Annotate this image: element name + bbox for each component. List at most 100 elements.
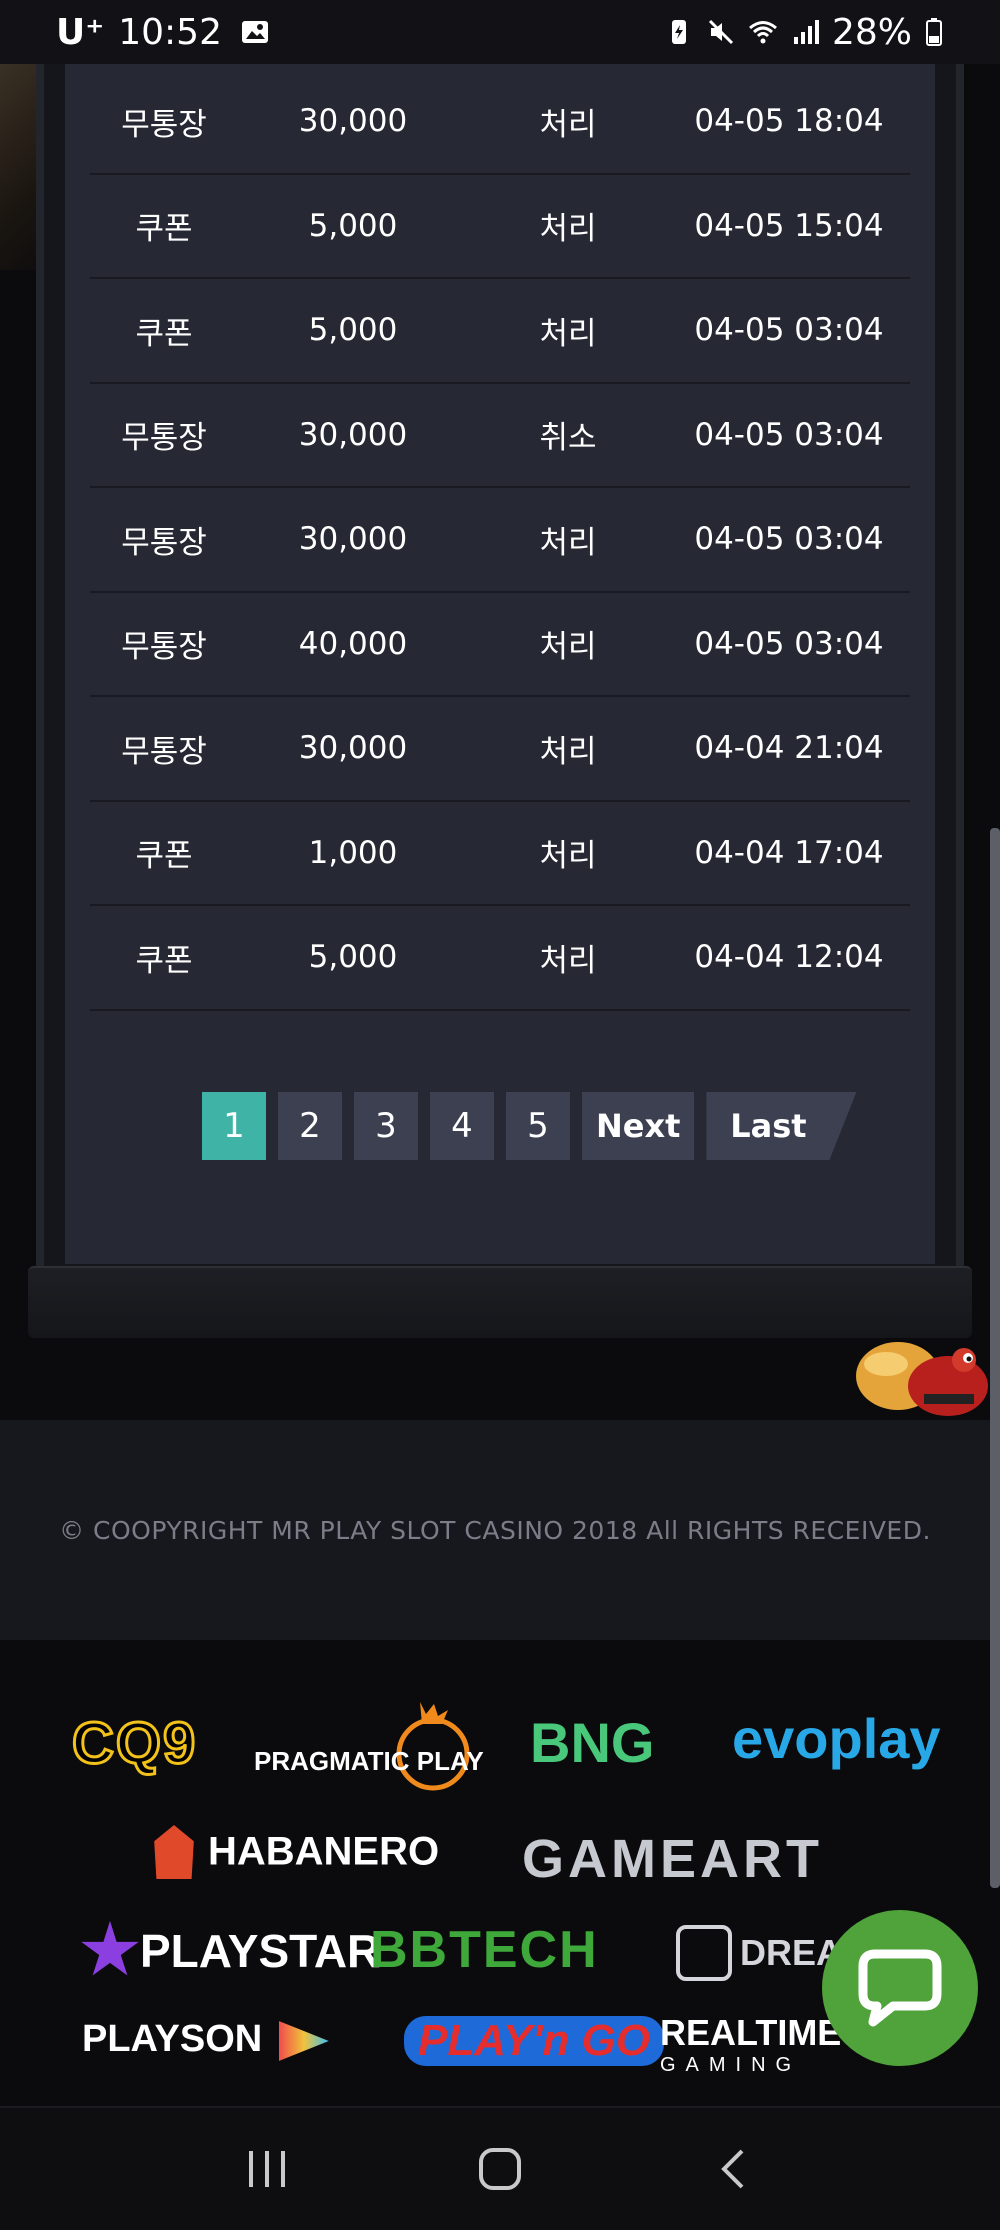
table-row: 쿠폰 5,000 처리 04-05 15:04 bbox=[90, 175, 910, 279]
cell-type: 무통장 bbox=[121, 524, 207, 561]
page-button-5[interactable]: 5 bbox=[506, 1092, 570, 1160]
playson-arrow-icon bbox=[278, 2020, 329, 2061]
cell-date: 04-05 18:04 bbox=[694, 103, 884, 140]
mascot-character bbox=[856, 1342, 988, 1416]
cell-amount: 40,000 bbox=[298, 625, 408, 662]
cell-amount: 30,000 bbox=[298, 103, 408, 140]
playson-logo: PLAYSON bbox=[82, 2018, 329, 2061]
table-row: 쿠폰 5,000 처리 04-05 03:04 bbox=[90, 279, 910, 384]
cell-status: 취소 bbox=[539, 420, 597, 457]
wifi-icon bbox=[749, 21, 777, 44]
table-row: 무통장 40,000 처리 04-05 03:04 bbox=[90, 593, 910, 697]
cell-status: 처리 bbox=[539, 838, 597, 875]
signal-icon bbox=[793, 20, 819, 44]
table-row: 쿠폰 1,000 처리 04-04 17:04 bbox=[90, 802, 910, 906]
playstar-star-icon bbox=[81, 1920, 139, 1976]
gameart-logo: GAMEART bbox=[522, 1829, 823, 1889]
pragmatic-play-label: PRAGMATIC PLAY bbox=[254, 1746, 484, 1776]
dream-icon bbox=[676, 1925, 732, 1981]
cell-amount: 5,000 bbox=[308, 312, 398, 349]
table-row: 쿠폰 5,000 처리 04-04 12:04 bbox=[90, 906, 910, 1011]
footer: © COOPYRIGHT MR PLAY SLOT CASINO 2018 Al… bbox=[0, 1420, 990, 1640]
cell-status: 처리 bbox=[539, 315, 597, 352]
cell-type: 무통장 bbox=[121, 106, 207, 143]
cell-status: 처리 bbox=[539, 942, 597, 979]
bng-logo: BNG bbox=[530, 1710, 654, 1775]
cell-type: 쿠폰 bbox=[135, 942, 193, 979]
bbtech-logo: BBTECH bbox=[370, 1921, 599, 1979]
page: U⁺ 10:52 28% 무통장 30,000 처리 04-05 18:04 쿠… bbox=[0, 0, 1000, 2230]
battery-saver-icon bbox=[671, 20, 686, 44]
cell-date: 04-05 03:04 bbox=[694, 625, 884, 662]
transaction-table: 무통장 30,000 처리 04-05 18:04 쿠폰 5,000 처리 04… bbox=[90, 70, 910, 1011]
realtime-label: REALTIME bbox=[660, 2012, 842, 2053]
cell-type: 쿠폰 bbox=[135, 838, 193, 875]
system-nav-bar bbox=[0, 2106, 1000, 2230]
cell-type: 쿠폰 bbox=[135, 315, 193, 352]
cell-date: 04-05 15:04 bbox=[694, 207, 884, 244]
playngo-logo: PLAY'n GO bbox=[404, 2016, 665, 2066]
live-chat-button[interactable] bbox=[822, 1910, 978, 2066]
page-button-2[interactable]: 2 bbox=[278, 1092, 342, 1160]
table-row: 무통장 30,000 처리 04-04 21:04 bbox=[90, 697, 910, 802]
page-scrollbar[interactable] bbox=[990, 828, 1000, 1888]
cell-status: 처리 bbox=[539, 211, 597, 248]
panel-base bbox=[28, 1266, 972, 1338]
cell-amount: 30,000 bbox=[298, 521, 408, 558]
playstar-label: PLAYSTAR bbox=[140, 1924, 381, 1977]
realtime-gaming-logo: REALTIME GAMING bbox=[660, 2012, 841, 2077]
bng-label: BNG bbox=[530, 1711, 655, 1774]
cell-type: 쿠폰 bbox=[135, 211, 193, 248]
page-button-4[interactable]: 4 bbox=[430, 1092, 494, 1160]
cell-amount: 30,000 bbox=[298, 416, 408, 453]
back-button[interactable] bbox=[693, 2129, 773, 2209]
page-button-1[interactable]: 1 bbox=[202, 1092, 266, 1160]
page-button-3[interactable]: 3 bbox=[354, 1092, 418, 1160]
mute-icon bbox=[708, 19, 734, 45]
cell-date: 04-05 03:04 bbox=[694, 416, 884, 453]
evoplay-logo: evoplay bbox=[732, 1707, 941, 1770]
recent-apps-button[interactable] bbox=[227, 2129, 307, 2209]
table-row: 무통장 30,000 처리 04-05 18:04 bbox=[90, 70, 910, 175]
cell-amount: 30,000 bbox=[298, 730, 408, 767]
battery-percent: 28% bbox=[831, 11, 912, 53]
copyright-text: © COOPYRIGHT MR PLAY SLOT CASINO 2018 Al… bbox=[59, 1515, 931, 1545]
last-page-button[interactable]: Last bbox=[706, 1092, 857, 1160]
habanero-label: HABANERO bbox=[208, 1829, 440, 1874]
cell-date: 04-04 21:04 bbox=[694, 730, 884, 767]
cell-status: 처리 bbox=[539, 106, 597, 143]
cell-date: 04-05 03:04 bbox=[694, 521, 884, 558]
cell-date: 04-05 03:04 bbox=[694, 312, 884, 349]
cell-amount: 5,000 bbox=[308, 207, 398, 244]
cell-status: 처리 bbox=[539, 524, 597, 561]
habanero-logo: HABANERO bbox=[152, 1825, 439, 1879]
battery-icon bbox=[926, 18, 942, 46]
carrier-label: U⁺ bbox=[56, 11, 105, 53]
cell-amount: 5,000 bbox=[308, 939, 398, 976]
cell-status: 처리 bbox=[539, 733, 597, 770]
pagination: 1 2 3 4 5 Next Last bbox=[202, 1092, 857, 1160]
cell-type: 무통장 bbox=[121, 629, 207, 666]
cell-date: 04-04 17:04 bbox=[694, 834, 884, 871]
cell-amount: 1,000 bbox=[308, 834, 398, 871]
habanero-flame-icon bbox=[154, 1825, 194, 1879]
playstar-logo: PLAYSTAR bbox=[80, 1920, 380, 1981]
gallery-icon bbox=[241, 21, 268, 43]
clock: 10:52 bbox=[118, 11, 222, 53]
pragmatic-play-logo: PRAGMATIC PLAY bbox=[250, 1692, 500, 1807]
cq9-logo: CQ9 bbox=[70, 1710, 198, 1778]
back-chevron-icon bbox=[721, 2149, 744, 2189]
playson-label: PLAYSON bbox=[82, 2018, 263, 2060]
table-row: 무통장 30,000 취소 04-05 03:04 bbox=[90, 384, 910, 488]
cell-type: 무통장 bbox=[121, 733, 207, 770]
next-page-button[interactable]: Next bbox=[582, 1092, 695, 1160]
table-row: 무통장 30,000 처리 04-05 03:04 bbox=[90, 488, 910, 593]
realtime-sub-label: GAMING bbox=[660, 2054, 802, 2076]
chat-bubble-icon bbox=[858, 1949, 942, 2027]
cell-status: 처리 bbox=[539, 629, 597, 666]
cell-date: 04-04 12:04 bbox=[694, 939, 884, 976]
home-button[interactable] bbox=[460, 2129, 540, 2209]
cell-type: 무통장 bbox=[121, 420, 207, 457]
recent-apps-icon bbox=[248, 2151, 285, 2187]
status-bar: U⁺ 10:52 28% bbox=[0, 0, 1000, 64]
